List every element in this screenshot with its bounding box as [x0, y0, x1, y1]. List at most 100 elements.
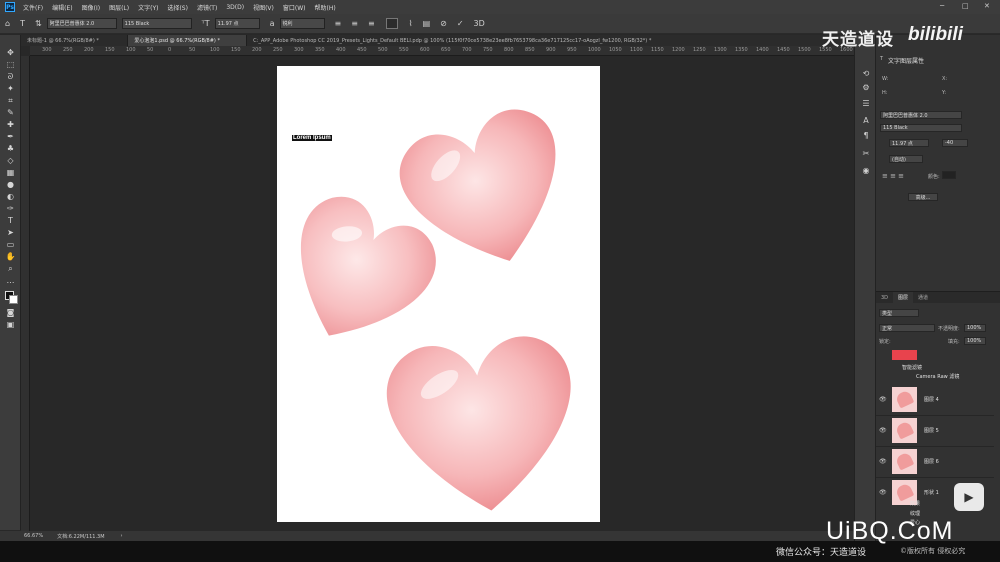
properties-icon[interactable]: ☰ — [860, 98, 872, 108]
character-panel-icon[interactable]: ▤ — [423, 19, 431, 28]
home-icon[interactable]: ⌂ — [5, 19, 10, 28]
warp-text-icon[interactable]: ⌇ — [409, 19, 413, 28]
align-right-icon[interactable]: ≡ — [368, 19, 375, 28]
status-menu-arrow[interactable]: › — [121, 533, 123, 539]
play-icon[interactable]: ▶ — [954, 483, 984, 511]
cancel-icon[interactable]: ⊘ — [440, 19, 447, 28]
toggle-orientation-icon[interactable]: ⇅ — [35, 19, 42, 28]
blur-tool-icon[interactable]: ● — [4, 179, 17, 190]
zoom-tool-icon[interactable]: ⌕ — [4, 263, 17, 274]
menu-edit[interactable]: 编辑(E) — [52, 3, 72, 12]
move-tool-icon[interactable]: ✥ — [4, 47, 17, 58]
mask-thumbnail[interactable] — [892, 350, 917, 360]
healing-brush-icon[interactable]: ✚ — [4, 119, 17, 130]
menu-layer[interactable]: 图层(L) — [109, 3, 129, 12]
more-tools-icon[interactable]: … — [4, 275, 17, 286]
menu-3d[interactable]: 3D(D) — [226, 4, 244, 11]
character-icon[interactable]: A — [860, 115, 872, 125]
layer-name[interactable]: 图层 4 — [924, 396, 939, 403]
font-style-select[interactable]: 115 Black — [121, 18, 192, 29]
menu-select[interactable]: 选择(S) — [167, 3, 188, 12]
font-size-select[interactable]: 11.97 点 — [214, 18, 260, 29]
commit-icon[interactable]: ✓ — [457, 19, 464, 28]
pen-tool-icon[interactable]: ✑ — [4, 203, 17, 214]
channels-icon[interactable]: ◉ — [860, 165, 872, 175]
tab-presets-lights[interactable]: C:_APP_Adobe Photoshop CC 2019_Presets_L… — [247, 35, 854, 46]
layer-name[interactable]: 形状 1 — [924, 489, 939, 496]
text-layer-lorem[interactable]: Lorem Ipsum — [292, 135, 332, 141]
layer-filter-kind[interactable]: 类型 — [879, 309, 919, 317]
ruler-tick-label: 300 — [294, 47, 304, 53]
clone-stamp-icon[interactable]: ♣ — [4, 143, 17, 154]
eraser-tool-icon[interactable]: ◇ — [4, 155, 17, 166]
eye-icon[interactable]: 👁 — [879, 427, 887, 434]
type-tool-icon[interactable]: T — [4, 215, 17, 226]
prop-font-style[interactable]: 115 Black — [880, 124, 962, 132]
align-center-icon[interactable]: ≡ — [351, 19, 358, 28]
dodge-tool-icon[interactable]: ◐ — [4, 191, 17, 202]
menu-type[interactable]: 文字(Y) — [138, 3, 158, 12]
prop-align-icons[interactable]: ≡ ≡ ≡ — [882, 172, 904, 180]
paragraph-icon[interactable]: ¶ — [860, 130, 872, 140]
zoom-level[interactable]: 66.67% — [24, 533, 43, 539]
layer-row[interactable]: 👁 图层 5 — [876, 415, 994, 447]
eye-icon[interactable]: 👁 — [879, 396, 887, 403]
layer-row[interactable]: 👁 图层 4 — [876, 384, 994, 416]
type-tool-icon[interactable]: T — [20, 19, 25, 28]
layer-name[interactable]: 图层 5 — [924, 427, 939, 434]
hand-tool-icon[interactable]: ✋ — [4, 251, 17, 262]
close-button[interactable]: ✕ — [984, 2, 990, 10]
align-left-icon[interactable]: ≡ — [335, 19, 342, 28]
tools-brush-icon[interactable]: ✂ — [860, 148, 872, 158]
tab-3d[interactable]: 3D — [876, 292, 893, 303]
texture-sublayer[interactable]: 纹理 — [910, 510, 920, 517]
eyedropper-icon[interactable]: ✎ — [4, 107, 17, 118]
prop-tracking[interactable]: -40 — [942, 139, 968, 147]
camera-raw-filter-label[interactable]: Camera Raw 滤镜 — [916, 373, 959, 380]
layer-name[interactable]: 图层 6 — [924, 458, 939, 465]
tab-untitled-1[interactable]: 未标题-1 @ 66.7%(RGB/8#) * — [21, 35, 129, 46]
marquee-tool-icon[interactable]: ⬚ — [4, 59, 17, 70]
menu-window[interactable]: 窗口(W) — [283, 3, 306, 12]
photoshop-app-icon[interactable]: Ps — [5, 2, 15, 12]
eye-icon[interactable]: 👁 — [879, 489, 887, 496]
smart-filter-label[interactable]: 智能滤镜 — [902, 364, 922, 371]
advanced-button[interactable]: 高级... — [908, 193, 938, 201]
opacity-value[interactable]: 100% — [964, 324, 986, 332]
history-icon[interactable]: ⟲ — [860, 68, 872, 78]
effects-sublayer[interactable]: 效果 — [910, 500, 920, 507]
tab-layers[interactable]: 图层 — [893, 292, 914, 303]
tab-heart-bubbles[interactable]: 爱心泡泡1.psd @ 66.7%(RGB/8#) * — [128, 35, 248, 46]
menu-filter[interactable]: 滤镜(T) — [197, 3, 217, 12]
menu-file[interactable]: 文件(F) — [23, 3, 43, 12]
screen-mode-icon[interactable]: ▣ — [4, 319, 17, 330]
adjustments-icon[interactable]: ⚙ — [860, 82, 872, 92]
color-swatches-icon[interactable] — [4, 291, 18, 304]
prop-leading[interactable]: (自动) — [889, 155, 923, 163]
quick-mask-icon[interactable]: ◙ — [4, 307, 17, 318]
brush-tool-icon[interactable]: ✒ — [4, 131, 17, 142]
maximize-button[interactable]: □ — [962, 2, 969, 10]
menu-view[interactable]: 视图(V) — [253, 3, 274, 12]
menu-image[interactable]: 图像(I) — [82, 3, 100, 12]
menu-help[interactable]: 帮助(H) — [315, 3, 336, 12]
antialias-select[interactable]: 锐利 — [279, 18, 325, 29]
tab-channels[interactable]: 通道 — [913, 292, 933, 303]
path-select-icon[interactable]: ➤ — [4, 227, 17, 238]
prop-font-family[interactable]: 阿里巴巴普惠体 2.0 — [880, 111, 962, 119]
minimize-button[interactable]: ─ — [940, 2, 944, 10]
prop-font-size[interactable]: 11.97 点 — [889, 139, 929, 147]
fill-value[interactable]: 100% — [964, 337, 986, 345]
rectangle-tool-icon[interactable]: ▭ — [4, 239, 17, 250]
gradient-tool-icon[interactable]: ▦ — [4, 167, 17, 178]
eye-icon[interactable]: 👁 — [879, 458, 887, 465]
prop-color-swatch[interactable] — [942, 171, 956, 179]
3d-text-button[interactable]: 3D — [474, 19, 485, 28]
crop-tool-icon[interactable]: ⌗ — [4, 95, 17, 106]
font-family-select[interactable]: 阿里巴巴普惠体 2.0 — [46, 18, 117, 29]
lasso-tool-icon[interactable]: ᘐ — [4, 71, 17, 82]
text-color-swatch[interactable] — [385, 18, 398, 29]
blend-mode-select[interactable]: 正常 — [879, 324, 935, 332]
magic-wand-icon[interactable]: ✦ — [4, 83, 17, 94]
layer-row[interactable]: 👁 图层 6 — [876, 446, 994, 478]
